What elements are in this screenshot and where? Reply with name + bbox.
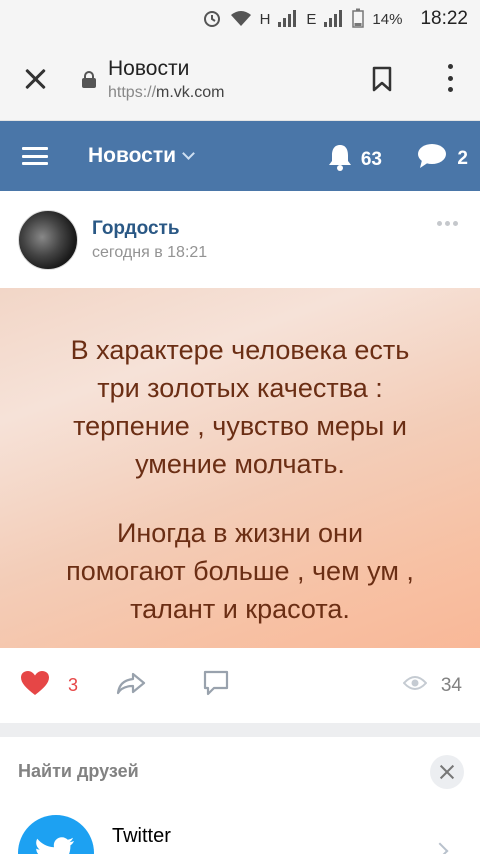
quote-paragraph-2: Иногда в жизни они помогают больше , чем… [66, 518, 414, 624]
suggestion-name: Twitter [112, 825, 171, 847]
like-count: 3 [68, 675, 79, 695]
find-friends-block: Найти друзей Twitter [0, 737, 480, 854]
twitter-icon [18, 815, 94, 854]
more-menu-icon[interactable] [446, 64, 454, 92]
url-text: https://m.vk.com [108, 84, 224, 102]
signal-icon [278, 9, 298, 30]
battery-icon [352, 8, 365, 31]
address-bar[interactable]: Новости https://m.vk.com [108, 57, 224, 102]
post-header: Гордость сегодня в 18:21 [0, 191, 480, 288]
battery-percent: 14% [372, 10, 403, 28]
close-block-icon[interactable] [430, 755, 464, 789]
url-host: m.vk.com [156, 83, 225, 101]
clock: 18:22 [420, 8, 468, 29]
messages-count: 2 [457, 148, 468, 169]
browser-toolbar: Новости https://m.vk.com [0, 38, 480, 121]
chevron-right-icon [431, 842, 449, 854]
quote-paragraph-1: В характере человека есть три золотых ка… [70, 335, 410, 479]
feed-divider [0, 723, 480, 737]
eye-icon [402, 675, 428, 697]
post-more-icon[interactable] [437, 221, 458, 226]
status-bar: H E 14% 18:22 [0, 0, 480, 38]
find-friends-title: Найти друзей [18, 761, 139, 781]
section-selector[interactable]: Новости [88, 144, 195, 168]
comment-icon[interactable] [202, 670, 230, 701]
network-type-1: H [259, 10, 271, 28]
wifi-icon [230, 9, 252, 30]
close-icon[interactable] [22, 65, 50, 93]
friend-suggestion-item[interactable]: Twitter [18, 815, 462, 854]
hamburger-menu-icon[interactable] [22, 147, 48, 165]
signal-icon-2 [324, 9, 344, 30]
share-icon[interactable] [116, 671, 146, 700]
notifications-count: 63 [360, 149, 382, 170]
author-avatar[interactable] [18, 209, 78, 270]
feed-post: Гордость сегодня в 18:21 В характере чел… [0, 191, 480, 723]
views-count: 34 [440, 674, 462, 696]
alarm-icon [202, 8, 222, 31]
author-name[interactable]: Гордость [92, 218, 207, 240]
network-type-2: E [306, 10, 317, 28]
messages-button[interactable]: 2 [417, 143, 468, 175]
like-button[interactable]: 3 [20, 670, 78, 701]
notifications-button[interactable]: 63 [327, 143, 382, 177]
bookmark-icon[interactable] [372, 66, 392, 92]
message-bubble-icon [417, 143, 447, 175]
heart-icon [20, 670, 50, 701]
section-title: Новости [88, 144, 177, 167]
url-protocol: https:// [108, 83, 157, 101]
bell-icon [327, 143, 353, 177]
post-image[interactable]: В характере человека есть три золотых ка… [0, 288, 480, 648]
author-info: Гордость сегодня в 18:21 [92, 218, 207, 262]
lock-icon [82, 70, 96, 88]
chevron-down-icon [182, 147, 195, 160]
browser-page-title: Новости [108, 56, 190, 80]
vk-top-bar: Новости 63 2 [0, 121, 480, 191]
post-time[interactable]: сегодня в 18:21 [92, 244, 207, 262]
views-counter: 34 [402, 674, 462, 697]
post-actions: 3 34 [0, 648, 480, 723]
